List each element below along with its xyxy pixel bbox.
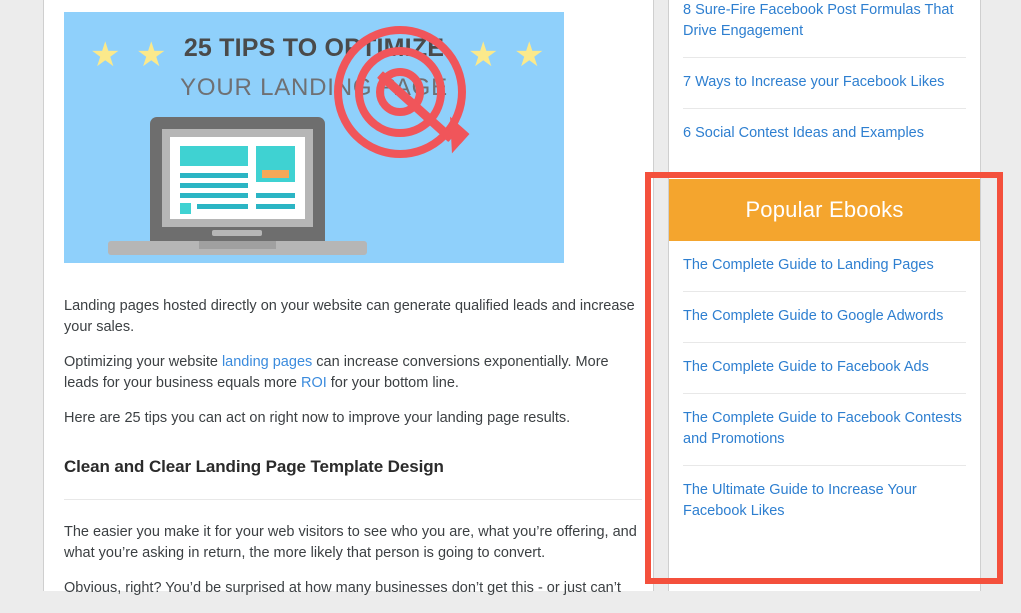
hero-subtitle: YOUR LANDING PAGE: [180, 74, 448, 101]
ebook-link[interactable]: The Complete Guide to Facebook Ads: [683, 357, 966, 378]
list-item[interactable]: 6 Social Contest Ideas and Examples: [683, 109, 966, 159]
sidebar-column: 8 Sure-Fire Facebook Post Formulas That …: [668, 0, 981, 591]
list-item[interactable]: 7 Ways to Increase your Facebook Likes: [683, 58, 966, 109]
paragraph-text: for your bottom line.: [326, 375, 459, 391]
hero-infographic: ★ ★ ★ ★ 25 TIPS TO OPTIMIZE YOUR LANDING…: [64, 12, 564, 263]
ebook-link[interactable]: The Complete Guide to Facebook Contests …: [683, 408, 966, 450]
popular-ebooks-list: The Complete Guide to Landing Pages The …: [669, 241, 980, 537]
list-item[interactable]: The Complete Guide to Facebook Ads: [683, 343, 966, 394]
paragraph: Optimizing your website landing pages ca…: [64, 352, 642, 394]
list-item[interactable]: The Complete Guide to Google Adwords: [683, 292, 966, 343]
article-body: Landing pages hosted directly on your we…: [64, 296, 642, 613]
paragraph-text: Optimizing your website: [64, 354, 222, 370]
section-heading: Clean and Clear Landing Page Template De…: [64, 457, 444, 476]
list-item[interactable]: The Complete Guide to Facebook Contests …: [683, 394, 966, 466]
ebook-link[interactable]: The Ultimate Guide to Increase Your Face…: [683, 480, 966, 522]
divider: [64, 499, 642, 500]
ebook-link[interactable]: The Complete Guide to Google Adwords: [683, 306, 966, 327]
article-column: ★ ★ ★ ★ 25 TIPS TO OPTIMIZE YOUR LANDING…: [43, 0, 654, 596]
page-root: ★ ★ ★ ★ 25 TIPS TO OPTIMIZE YOUR LANDING…: [0, 0, 1021, 596]
paragraph: Here are 25 tips you can act on right no…: [64, 410, 571, 426]
sidebar-post-link[interactable]: 6 Social Contest Ideas and Examples: [683, 123, 966, 144]
paragraph: Obvious, right? You’d be surprised at ho…: [64, 580, 621, 596]
paragraph: Landing pages hosted directly on your we…: [64, 298, 635, 335]
paragraph: The easier you make it for your web visi…: [64, 524, 637, 561]
sidebar-post-link[interactable]: 8 Sure-Fire Facebook Post Formulas That …: [683, 0, 966, 42]
target-bullseye-illustration: [334, 26, 470, 158]
link-landing-pages[interactable]: landing pages: [222, 354, 312, 370]
list-item[interactable]: The Ultimate Guide to Increase Your Face…: [683, 466, 966, 537]
list-item[interactable]: 8 Sure-Fire Facebook Post Formulas That …: [683, 0, 966, 58]
popular-posts-list: 8 Sure-Fire Facebook Post Formulas That …: [683, 0, 966, 159]
sidebar-post-link[interactable]: 7 Ways to Increase your Facebook Likes: [683, 72, 966, 93]
list-item[interactable]: The Complete Guide to Landing Pages: [683, 241, 966, 292]
hero-title: 25 TIPS TO OPTIMIZE: [183, 34, 445, 62]
link-roi[interactable]: ROI: [301, 375, 327, 391]
popular-ebooks-widget: Popular Ebooks The Complete Guide to Lan…: [669, 179, 980, 537]
popular-ebooks-header: Popular Ebooks: [669, 179, 980, 241]
ebook-link[interactable]: The Complete Guide to Landing Pages: [683, 255, 966, 276]
